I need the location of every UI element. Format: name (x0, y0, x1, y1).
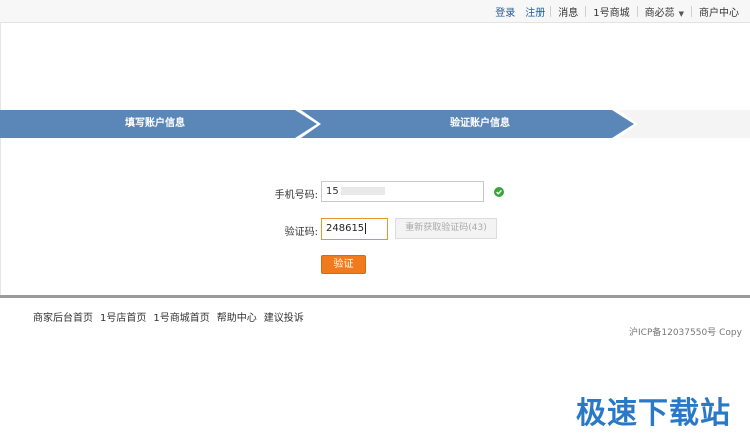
phone-mask (340, 187, 385, 195)
phone-label: 手机号码: (274, 190, 318, 201)
footer-divider (0, 295, 750, 298)
code-input[interactable]: 248615 (321, 218, 388, 240)
footer-link-mall-home[interactable]: 1号商城首页 (153, 309, 209, 324)
icp-info: 沪ICP备12037550号 Copy (629, 325, 742, 338)
footer-links: 商家后台首页 1号店首页 1号商城首页 帮助中心 建议投诉 (33, 309, 311, 324)
text-cursor (365, 222, 367, 234)
verify-button[interactable]: 验证 (321, 255, 366, 274)
site-watermark: 极速下载站 (576, 396, 731, 431)
verify-form: 手机号码: 15 验证码: 248615 重新获取验证码(43) 验证 (0, 0, 750, 295)
phone-value: 15 (326, 186, 339, 197)
footer-link-store-home[interactable]: 1号店首页 (100, 309, 146, 324)
footer-link-feedback[interactable]: 建议投诉 (264, 309, 304, 324)
copyright-text: Copy (719, 328, 742, 338)
resend-code-button[interactable]: 重新获取验证码(43) (395, 218, 497, 239)
code-value: 248615 (326, 223, 365, 234)
phone-input[interactable]: 15 (321, 181, 484, 202)
icp-number: 沪ICP备12037550号 (629, 328, 717, 338)
code-label: 验证码: (284, 227, 318, 238)
footer-link-help[interactable]: 帮助中心 (217, 309, 257, 324)
check-icon (494, 187, 504, 197)
footer-link-merchant-home[interactable]: 商家后台首页 (33, 309, 93, 324)
